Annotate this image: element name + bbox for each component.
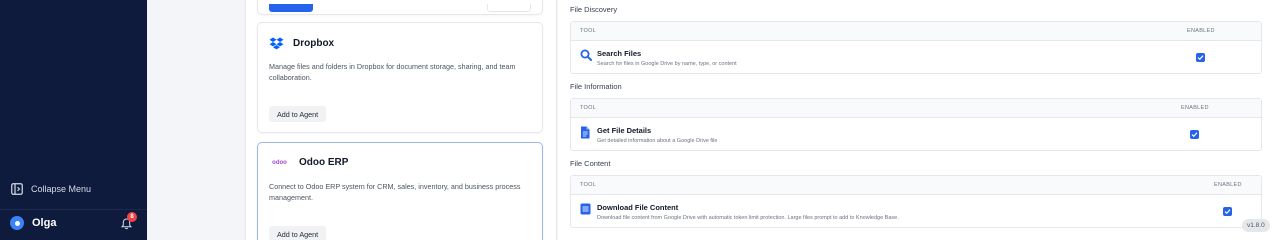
version-badge: v1.8.0 [1242,219,1270,232]
document-icon [581,126,590,139]
primary-button-partial[interactable] [269,4,313,12]
section-title-file-discovery: File Discovery [570,5,618,14]
tool-name: Search Files [597,49,642,58]
column-header-tool: TOOL [580,182,597,188]
table-row: Get File Details Get detailed informatio… [571,118,1261,151]
search-icon [580,49,592,61]
odoo-logo: odoo [272,159,287,166]
notification-badge: 8 [127,212,137,222]
download-file-icon [580,203,591,215]
tool-description: Get detailed information about a Google … [597,138,718,144]
section-title-file-information: File Information [570,82,622,91]
dropbox-title: Dropbox [293,38,335,49]
tool-name: Get File Details [597,126,652,135]
add-odoo-button[interactable]: Add to Agent [269,226,327,240]
section-title-file-content: File Content [570,159,611,168]
add-dropbox-button[interactable]: Add to Agent [269,106,327,122]
tools-table-file-discovery: TOOL ENABLED Search Files Search for fil… [570,21,1262,74]
integrations-panel: Dropbox Manage files and folders in Drop… [245,0,557,240]
dropbox-description: Manage files and folders in Dropbox for … [269,62,516,82]
sidebar: Collapse Menu Olga 8 [0,0,147,240]
column-header-enabled: ENABLED [1214,182,1242,188]
tools-panel: File Discovery TOOL ENABLED Search Files… [558,0,1280,240]
enabled-checkbox[interactable] [1196,53,1205,62]
column-header-tool: TOOL [580,105,597,111]
checkmark-icon [1197,55,1204,61]
tools-table-file-information: TOOL ENABLED Get File Details Get detail… [570,98,1262,151]
column-header-tool: TOOL [580,28,597,34]
enabled-checkbox[interactable] [1190,130,1199,139]
tool-name: Download File Content [597,203,679,212]
secondary-button-partial[interactable] [487,4,531,12]
avatar [10,216,24,230]
table-row: Download File Content Download file cont… [571,195,1261,228]
user-name: Olga [32,217,57,229]
checkmark-icon [1224,209,1231,215]
column-header-enabled: ENABLED [1181,105,1209,111]
checkmark-icon [1191,132,1198,138]
tool-description: Search for files in Google Drive by name… [597,61,737,67]
collapse-panel-icon [11,183,23,195]
collapse-menu-button[interactable]: Collapse Menu [11,183,91,195]
enabled-checkbox[interactable] [1223,207,1232,216]
user-menu[interactable]: Olga [10,216,56,230]
tools-table-file-content: TOOL ENABLED Download File Content Downl… [570,175,1262,228]
odoo-title: Odoo ERP [299,157,349,168]
column-header-enabled: ENABLED [1187,28,1215,34]
sidebar-divider [0,209,147,210]
odoo-description: Connect to Odoo ERP system for CRM, sale… [269,182,521,202]
integration-card-partial [257,0,543,15]
integration-card-dropbox: Dropbox Manage files and folders in Drop… [257,22,543,133]
integration-card-odoo: odoo Odoo ERP Connect to Odoo ERP system… [257,142,543,240]
tool-description: Download file content from Google Drive … [597,215,899,221]
table-row: Search Files Search for files in Google … [571,41,1261,74]
collapse-menu-label: Collapse Menu [31,184,92,194]
dropbox-icon [269,37,284,50]
